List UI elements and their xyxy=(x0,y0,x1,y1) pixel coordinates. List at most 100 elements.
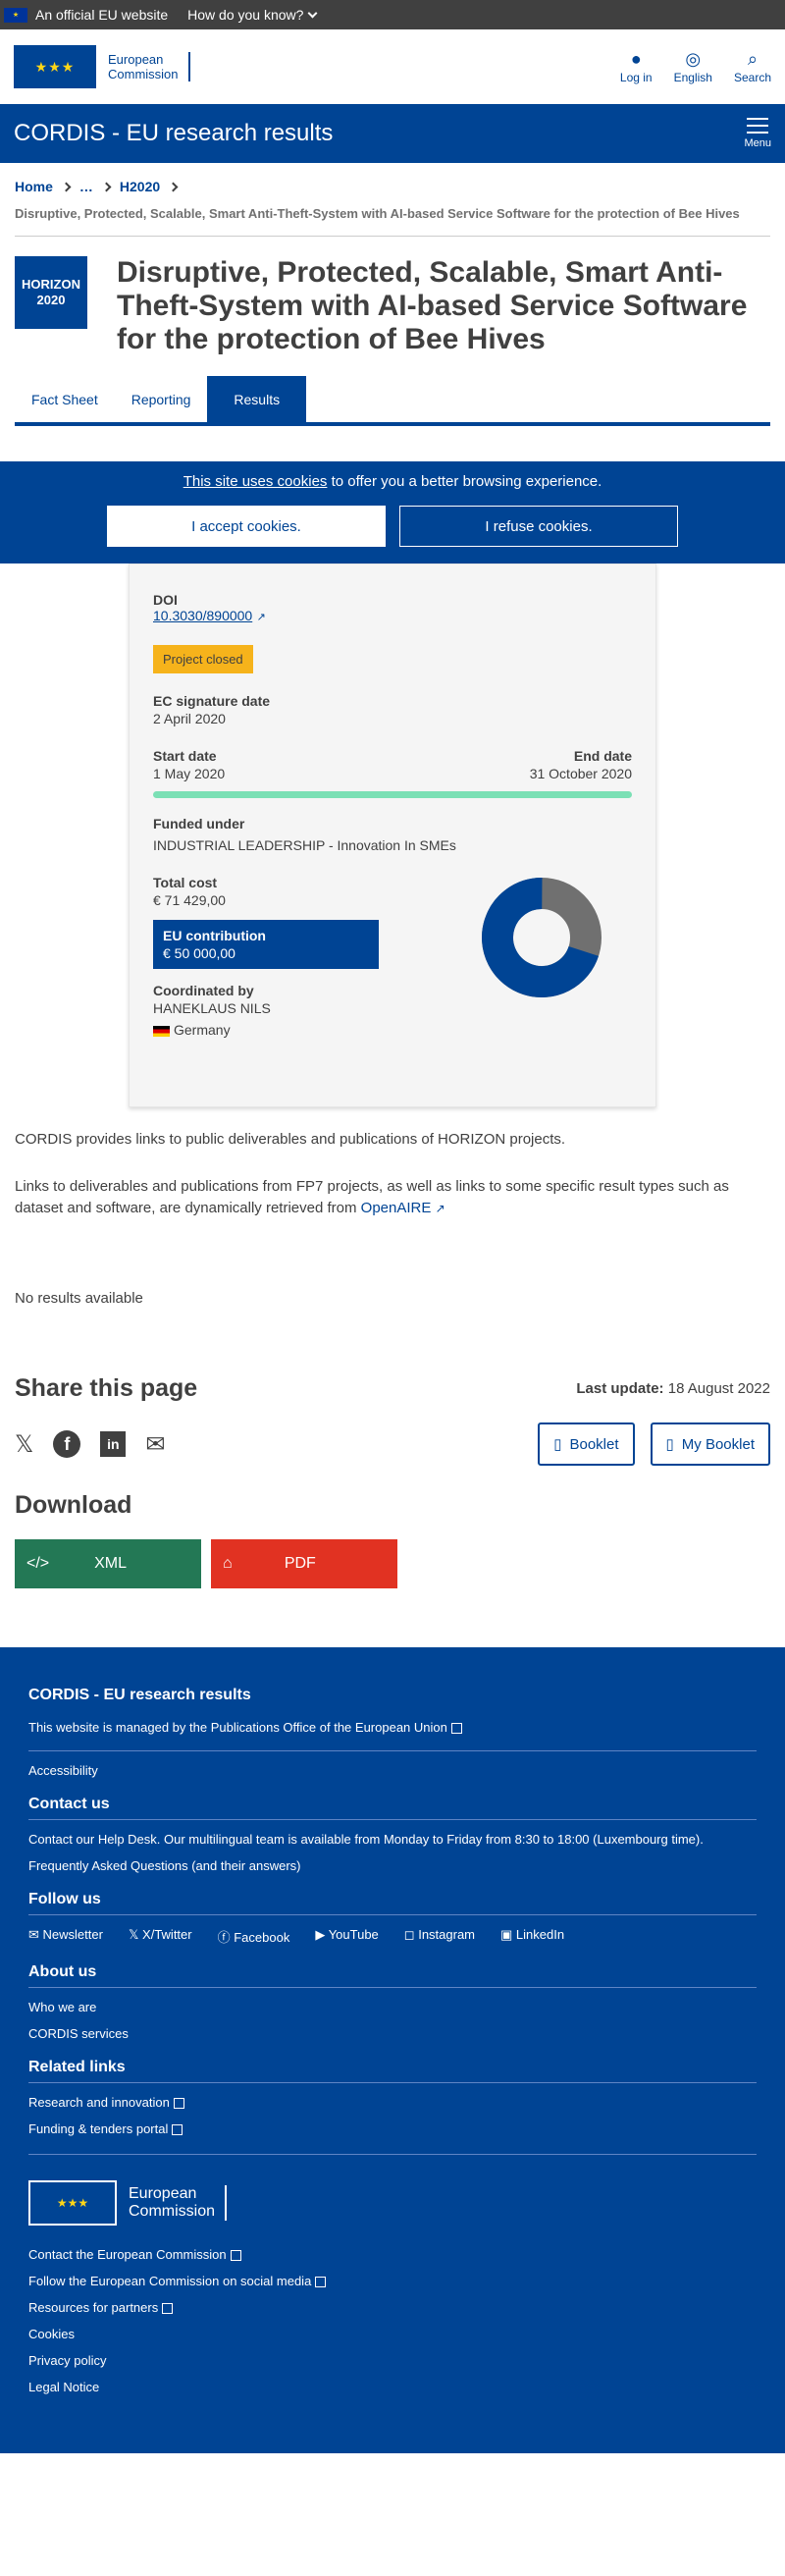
eu-contribution-label: EU contribution xyxy=(163,928,266,943)
breadcrumb: Home … H2020 xyxy=(0,163,785,194)
facebook-link[interactable]: ⓕ Facebook xyxy=(218,1927,290,1946)
download-xml-button[interactable]: </> XML xyxy=(15,1539,201,1588)
contact-ec-link[interactable]: Contact the European Commission xyxy=(28,2247,757,2262)
ec-logo[interactable]: ★★★ European Commission xyxy=(14,45,190,88)
code-icon: </> xyxy=(26,1555,50,1572)
eu-flag-icon: ★ xyxy=(4,7,27,23)
my-booklet-button[interactable]: ▯ My Booklet xyxy=(650,1422,770,1466)
linkedin-icon[interactable]: in xyxy=(100,1431,127,1457)
youtube-link[interactable]: ▶ YouTube xyxy=(315,1927,378,1946)
ec-signature-date: 2 April 2020 xyxy=(153,711,226,726)
tab-fact-sheet[interactable]: Fact Sheet xyxy=(15,376,115,422)
menu-button[interactable]: Menu xyxy=(744,118,771,149)
who-we-are-link[interactable]: Who we are xyxy=(28,2000,757,2014)
resources-partners-link[interactable]: Resources for partners xyxy=(28,2300,757,2315)
chevron-right-icon xyxy=(168,182,179,191)
follow-ec-link[interactable]: Follow the European Commission on social… xyxy=(28,2274,757,2288)
breadcrumb-current: Disruptive, Protected, Scalable, Smart A… xyxy=(15,206,770,237)
download-pdf-button[interactable]: ⌂ PDF xyxy=(211,1539,397,1588)
last-update: Last update: 18 August 2022 xyxy=(576,1380,770,1397)
results-links-text: Links to deliverables and publications f… xyxy=(15,1178,729,1216)
related-heading: Related links xyxy=(28,2059,126,2075)
footer-ec-logo[interactable]: ★★★ European Commission xyxy=(28,2180,757,2226)
login-button[interactable]: ● Log in xyxy=(620,49,653,84)
project-progress-bar xyxy=(153,791,632,798)
official-eu-banner: ★ An official EU website How do you know… xyxy=(0,0,785,29)
breadcrumb-h2020[interactable]: H2020 xyxy=(120,179,160,194)
refuse-cookies-button[interactable]: I refuse cookies. xyxy=(399,506,678,547)
faq-link[interactable]: Frequently Asked Questions xyxy=(28,1858,188,1873)
accept-cookies-button[interactable]: I accept cookies. xyxy=(107,506,386,547)
globe-icon: ◎ xyxy=(685,49,702,69)
coordinator-name: HANEKLAUS NILS xyxy=(153,1000,271,1016)
external-link-icon: ↗ xyxy=(435,1202,445,1215)
external-link-icon: ↗ xyxy=(256,612,266,623)
facebook-icon[interactable]: f xyxy=(53,1430,81,1458)
contact-heading: Contact us xyxy=(28,1796,110,1812)
booklet-button[interactable]: ▯ Booklet xyxy=(538,1422,635,1466)
doi-link[interactable]: 10.3030/890000 xyxy=(153,608,252,623)
ec-signature-label: EC signature date xyxy=(153,693,271,709)
tab-results[interactable]: Results xyxy=(207,376,307,422)
results-intro: CORDIS provides links to public delivera… xyxy=(15,1131,566,1148)
instagram-icon: ◻ xyxy=(403,1927,419,1942)
book-icon: ▯ xyxy=(665,1436,674,1453)
breadcrumb-ellipsis[interactable]: … xyxy=(79,179,93,194)
accessibility-link[interactable]: Accessibility xyxy=(28,1763,757,1778)
helpdesk-text: Contact our Help Desk. Our multilingual … xyxy=(28,1832,704,1847)
funding-tenders-link[interactable]: Funding & tenders portal xyxy=(28,2121,757,2136)
external-link-icon xyxy=(173,2098,184,2110)
publications-office-link[interactable]: Publications Office of the European Unio… xyxy=(211,1720,447,1735)
facebook-icon: ⓕ xyxy=(217,1930,235,1945)
site-header: ★★★ European Commission ● Log in ◎ English … xyxy=(0,29,785,104)
footer-title[interactable]: CORDIS - EU research results xyxy=(28,1687,757,1704)
fact-sheet-panel: DOI 10.3030/890000 ↗ Project closed EC s… xyxy=(129,564,656,1107)
cookie-policy-link[interactable]: This site uses cookies xyxy=(183,473,328,490)
funded-under-value: INDUSTRIAL LEADERSHIP - Innovation In SM… xyxy=(153,837,456,853)
pdf-icon: ⌂ xyxy=(223,1555,233,1572)
site-footer: CORDIS - EU research results This websit… xyxy=(0,1647,785,2453)
external-link-icon xyxy=(315,2277,327,2288)
cookie-banner: This site uses cookies to offer you a be… xyxy=(0,461,785,564)
eu-contribution-value: € 50 000,00 xyxy=(163,945,236,961)
instagram-link[interactable]: ◻ Instagram xyxy=(404,1927,475,1946)
eu-flag-icon: ★★★ xyxy=(28,2180,117,2226)
helpdesk-link[interactable]: Contact our Help Desk xyxy=(28,1832,157,1847)
chevron-right-icon xyxy=(61,182,72,191)
external-link-icon xyxy=(172,2124,183,2136)
funded-under-label: Funded under xyxy=(153,816,245,832)
horizon-2020-badge: HORIZON 2020 xyxy=(15,256,87,329)
about-heading: About us xyxy=(28,1963,97,1980)
openaire-link[interactable]: OpenAIRE xyxy=(361,1200,432,1216)
cordis-services-link[interactable]: CORDIS services xyxy=(28,2026,757,2041)
external-link-icon xyxy=(450,1723,462,1735)
privacy-policy-link[interactable]: Privacy policy xyxy=(28,2353,757,2368)
chevron-right-icon xyxy=(101,182,112,191)
language-button[interactable]: ◎ English xyxy=(674,49,712,84)
email-icon[interactable]: ✉ xyxy=(145,1430,165,1459)
status-badge: Project closed xyxy=(153,645,253,673)
linkedin-link[interactable]: ▣ LinkedIn xyxy=(500,1927,564,1946)
how-do-you-know-toggle[interactable]: How do you know? xyxy=(187,7,318,23)
search-icon: ⌕ xyxy=(747,49,759,69)
x-twitter-icon[interactable]: 𝕏 xyxy=(15,1430,33,1459)
doi-label: DOI xyxy=(153,592,178,608)
book-icon: ▯ xyxy=(553,1436,562,1453)
legal-notice-link[interactable]: Legal Notice xyxy=(28,2380,757,2394)
search-button[interactable]: ⌕ Search xyxy=(734,49,771,84)
eu-contribution-box: EU contribution € 50 000,00 xyxy=(153,920,379,969)
site-title[interactable]: CORDIS - EU research results xyxy=(14,120,333,147)
breadcrumb-home[interactable]: Home xyxy=(15,179,53,194)
x-twitter-link[interactable]: 𝕏 X/Twitter xyxy=(129,1927,192,1946)
coordinator-country: Germany xyxy=(153,1022,632,1038)
tab-reporting[interactable]: Reporting xyxy=(115,376,208,422)
funding-donut-chart xyxy=(482,878,602,997)
youtube-icon: ▶ xyxy=(315,1927,329,1942)
cookies-link[interactable]: Cookies xyxy=(28,2327,757,2341)
managed-by-text: This website is managed by the Publicati… xyxy=(28,1720,757,1735)
download-title: Download xyxy=(15,1491,132,1519)
envelope-icon: ✉ xyxy=(28,1927,43,1942)
newsletter-link[interactable]: ✉ Newsletter xyxy=(28,1927,103,1946)
research-innovation-link[interactable]: Research and innovation xyxy=(28,2095,757,2110)
hamburger-icon xyxy=(747,118,769,134)
